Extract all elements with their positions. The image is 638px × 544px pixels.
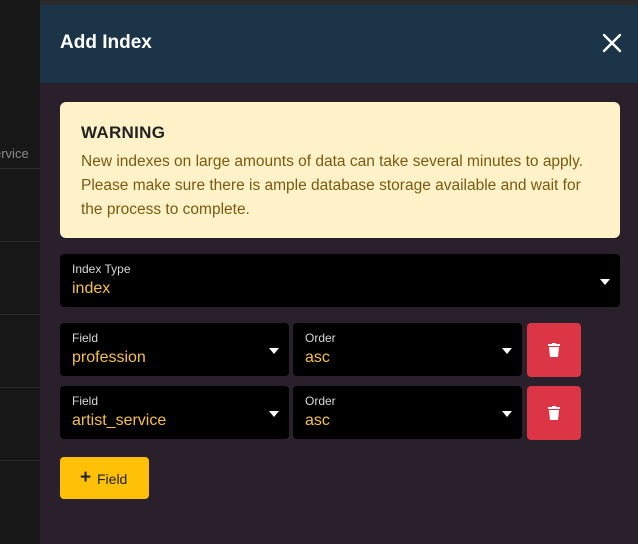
field-value: artist_service [72,412,167,429]
background-row-divider [0,460,40,461]
add-index-modal: Add Index WARNING New indexes on large a… [40,5,638,544]
index-type-label: Index Type [72,262,131,276]
background-row-divider [0,314,40,315]
order-label: Order [305,394,336,408]
field-label: Field [72,394,99,408]
index-type-select[interactable]: Index Type index [60,254,620,307]
background-row-divider [0,241,40,242]
chevron-down-icon [269,411,279,417]
background-row-divider [0,168,40,169]
order-label: Order [305,331,336,345]
background-row-divider [0,387,40,388]
field-value: profession [72,349,146,366]
chevron-down-icon [600,279,610,285]
close-icon[interactable] [602,33,622,53]
order-value: asc [305,412,330,429]
background-column-header: ervice [0,146,29,161]
chevron-down-icon [502,411,512,417]
chevron-down-icon [502,348,512,354]
warning-alert: WARNING New indexes on large amounts of … [60,102,620,238]
modal-header: Add Index [40,5,638,83]
field-label: Field [72,331,99,345]
add-field-button[interactable]: + Field [60,457,149,499]
warning-title: WARNING [81,123,166,142]
trash-icon [548,406,560,420]
plus-icon: + [80,467,92,488]
field-select[interactable]: Field profession [60,323,289,376]
background-page: ervice [0,0,40,544]
order-select[interactable]: Order asc [293,323,522,376]
delete-field-button[interactable] [527,386,581,440]
order-select[interactable]: Order asc [293,386,522,439]
field-select[interactable]: Field artist_service [60,386,289,439]
chevron-down-icon [269,348,279,354]
index-type-value: index [72,280,111,297]
modal-title: Add Index [60,32,152,53]
order-value: asc [305,349,330,366]
trash-icon [548,343,560,357]
add-field-label: Field [97,471,128,487]
warning-message: New indexes on large amounts of data can… [81,153,584,218]
delete-field-button[interactable] [527,323,581,377]
